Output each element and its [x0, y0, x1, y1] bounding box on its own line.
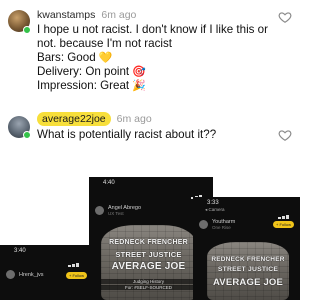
like-heart-icon[interactable] [278, 128, 292, 142]
gravestone-image: REDNECK FRENCHER STREET JUSTICE AVERAGE … [101, 225, 196, 300]
comment-line: Bars: Good 💛 [37, 51, 287, 65]
post-header: Angel Abrego UX Test [95, 205, 141, 216]
online-status-indicator [23, 26, 31, 34]
gravestone-image: REDNECK FRENCHER STREET JUSTICE AVERAGE … [207, 242, 289, 300]
attached-screenshots[interactable]: 3:40 Hrenk_jvs + Follow 4:40 Angel Abreg… [0, 162, 300, 300]
comment-line-text: Delivery: On point [37, 65, 130, 78]
post-username: Hrenk_jvs [19, 271, 44, 278]
stone-line: REDNECK FRENCHER [211, 256, 285, 263]
plaque-line: Judging History [101, 279, 196, 284]
status-time: 3:40 [14, 248, 26, 254]
avatar [199, 220, 208, 229]
comment-line-text: Bars: Good [37, 51, 96, 64]
status-time: 4:40 [103, 180, 115, 186]
comment-kwanstamps: kwanstamps 6m ago I hope u not racist. I … [0, 0, 300, 102]
screenshot-left[interactable]: 3:40 Hrenk_jvs + Follow [0, 245, 90, 300]
plaque-line: For: #SELF-SOURCED [101, 285, 196, 290]
signal-icon [191, 181, 207, 199]
avatar [95, 206, 104, 215]
follow-button: + Follow [273, 221, 295, 228]
comment-line: Delivery: On point 🎯 [37, 65, 287, 79]
screenshot-right[interactable]: 3:33 ◂ Camera Youtharm One Rise + Follow… [193, 197, 300, 300]
comment-text: What is potentially racist about it?? [37, 128, 217, 141]
follow-button: + Follow [66, 272, 88, 279]
post-header: Youtharm One Rise [199, 219, 235, 230]
signal-icon [68, 249, 84, 267]
signal-icon [278, 201, 294, 219]
party-popper-icon: 🎉 [132, 80, 147, 92]
comment-line: Impression: Great 🎉 [37, 79, 287, 93]
comment-meta: kwanstamps 6m ago [37, 9, 136, 21]
comment-average22joe: average22joe 6m ago What is potentially r… [0, 106, 300, 160]
post-subtitle: One Rise [212, 225, 231, 230]
comment-meta: average22joe 6m ago [37, 112, 152, 126]
yellow-heart-icon: 💛 [98, 52, 113, 64]
status-time: 3:33 [207, 200, 219, 206]
post-subtitle: UX Test [108, 211, 124, 216]
comment-username[interactable]: average22joe [37, 112, 111, 126]
stone-line: AVERAGE JOE [212, 277, 284, 288]
stone-line: STREET JUSTICE [115, 250, 182, 259]
back-to-camera: ◂ Camera [205, 207, 225, 212]
target-icon: 🎯 [132, 66, 147, 78]
stone-line: STREET JUSTICE [217, 266, 279, 273]
stone-line: AVERAGE JOE [111, 261, 186, 272]
comment-line-text: Impression: Great [37, 79, 130, 92]
avatar [6, 270, 15, 279]
comment-text: I hope u not racist. I don't know if I l… [37, 23, 287, 93]
stone-line: REDNECK FRENCHER [109, 239, 188, 246]
comment-time: 6m ago [116, 113, 152, 125]
like-heart-icon[interactable] [278, 10, 292, 24]
post-header: Hrenk_jvs [6, 270, 43, 279]
comment-line: not. because I'm not racist [37, 37, 172, 50]
comment-line: I hope u not racist. I don't know if I l… [37, 23, 268, 36]
comment-time: 6m ago [101, 9, 137, 21]
online-status-indicator [23, 131, 31, 139]
comment-username[interactable]: kwanstamps [37, 9, 95, 21]
